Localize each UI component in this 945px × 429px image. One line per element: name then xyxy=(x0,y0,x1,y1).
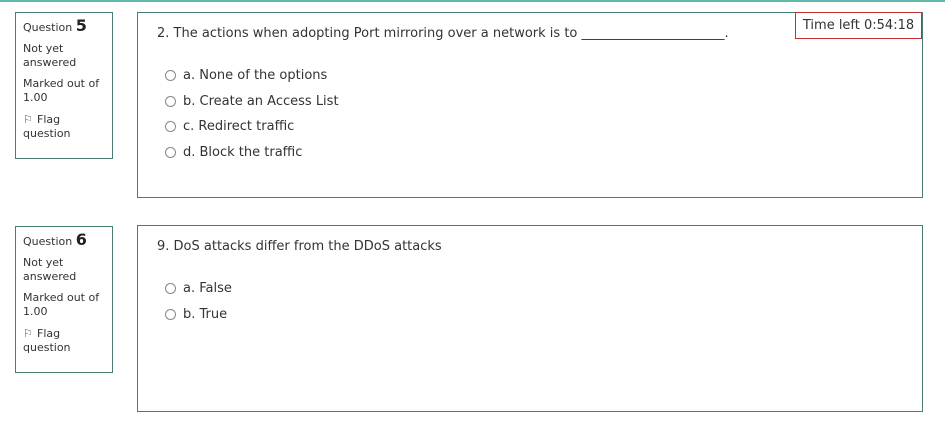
flag-icon: ⚐ xyxy=(23,113,33,126)
answer-option-label: a. False xyxy=(183,281,232,296)
question-number-label: Question 6 xyxy=(23,230,106,249)
answer-option-b[interactable]: b. Create an Access List xyxy=(165,94,339,109)
flag-question-button[interactable]: ⚐ Flag question xyxy=(23,327,106,355)
answer-option-a[interactable]: a. False xyxy=(165,281,232,296)
radio-button[interactable] xyxy=(165,309,176,320)
question-info-6: Question 6 Not yet answered Marked out o… xyxy=(15,226,113,373)
time-left-timer: Time left 0:54:18 xyxy=(795,12,922,39)
answer-option-label: d. Block the traffic xyxy=(183,145,303,160)
flag-icon: ⚐ xyxy=(23,327,33,340)
question-content-6: 9. DoS attacks differ from the DDoS atta… xyxy=(137,225,923,412)
question-text: 9. DoS attacks differ from the DDoS atta… xyxy=(157,239,442,254)
question-content-5: 2. The actions when adopting Port mirror… xyxy=(137,12,923,198)
question-marks: Marked out of 1.00 xyxy=(23,291,100,318)
question-state: Not yet answered xyxy=(23,42,77,69)
answer-option-a[interactable]: a. None of the options xyxy=(165,68,327,83)
answer-option-label: b. Create an Access List xyxy=(183,94,339,109)
answer-option-label: b. True xyxy=(183,307,228,322)
answer-option-c[interactable]: c. Redirect traffic xyxy=(165,119,294,134)
flag-question-button[interactable]: ⚐ Flag question xyxy=(23,113,106,141)
top-accent-rule xyxy=(0,0,945,2)
question-label: Question xyxy=(23,235,73,248)
radio-button[interactable] xyxy=(165,147,176,158)
answer-option-label: a. None of the options xyxy=(183,68,328,83)
question-label: Question xyxy=(23,21,73,34)
question-number-label: Question 5 xyxy=(23,16,106,35)
answer-option-b[interactable]: b. True xyxy=(165,307,227,322)
question-number: 5 xyxy=(75,16,87,35)
answer-option-label: c. Redirect traffic xyxy=(183,119,295,134)
radio-button[interactable] xyxy=(165,70,176,81)
answer-option-d[interactable]: d. Block the traffic xyxy=(165,145,302,160)
question-marks: Marked out of 1.00 xyxy=(23,77,100,104)
radio-button[interactable] xyxy=(165,96,176,107)
question-text: 2. The actions when adopting Port mirror… xyxy=(157,26,729,41)
question-state: Not yet answered xyxy=(23,256,77,283)
question-number: 6 xyxy=(75,230,87,249)
radio-button[interactable] xyxy=(165,121,176,132)
question-info-5: Question 5 Not yet answered Marked out o… xyxy=(15,12,113,159)
radio-button[interactable] xyxy=(165,283,176,294)
